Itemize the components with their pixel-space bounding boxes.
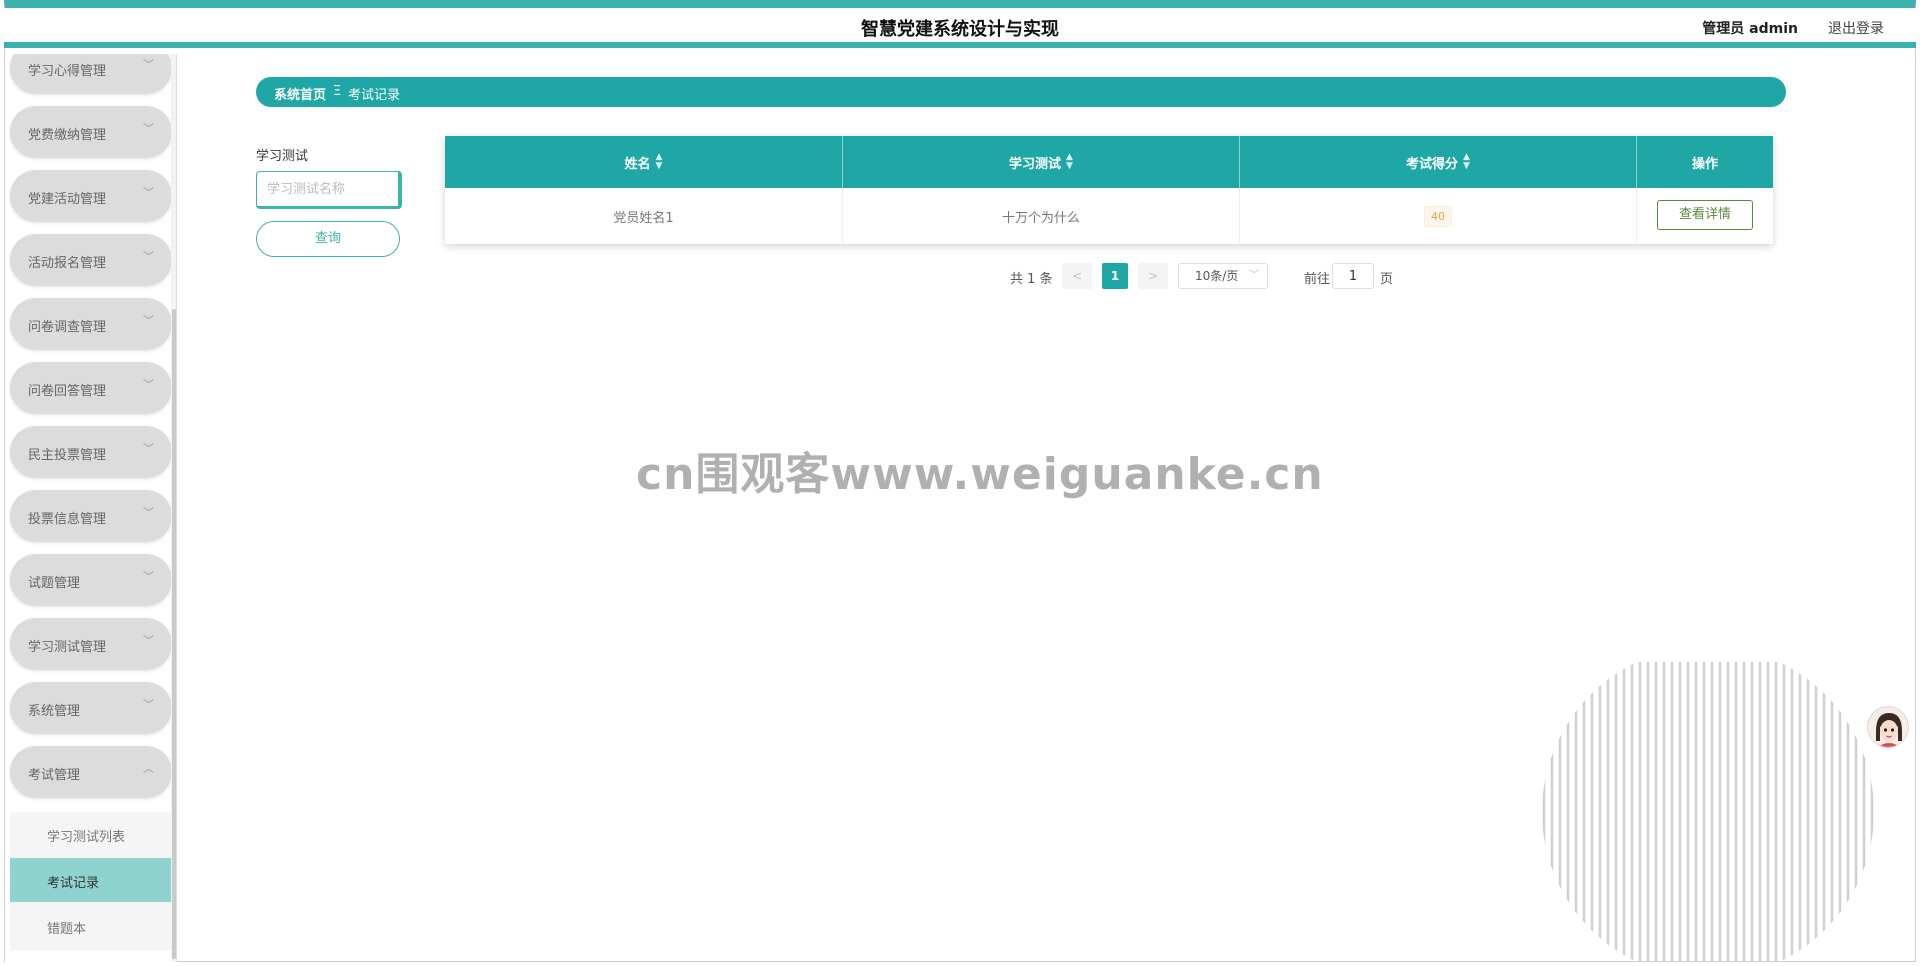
next-page-button[interactable]: > bbox=[1138, 263, 1168, 289]
exam-submenu: 学习测试列表 考试记录 错题本 bbox=[10, 812, 172, 950]
search-label: 学习测试 bbox=[256, 149, 309, 164]
column-header-score[interactable]: 考试得分 ▲ ▼ bbox=[1240, 136, 1637, 188]
submenu-item-label: 错题本 bbox=[47, 922, 87, 937]
table-row: 党员姓名1 十万个为什么 40 查看详情 bbox=[445, 188, 1773, 244]
score-badge: 40 bbox=[1424, 205, 1452, 227]
sidebar: 学习心得管理 ﹀ 党费缴纳管理 ﹀ 党建活动管理 ﹀ 活动报名管理 ﹀ 问卷调查… bbox=[5, 54, 177, 962]
submenu-item-wrong-questions[interactable]: 错题本 bbox=[10, 904, 172, 948]
avatar-face-icon bbox=[1868, 707, 1908, 747]
page-number-button[interactable]: 1 bbox=[1102, 263, 1128, 289]
sidebar-item-label: 学习测试管理 bbox=[28, 640, 107, 655]
cell-name: 党员姓名1 bbox=[445, 188, 843, 244]
sort-icon[interactable]: ▲ ▼ bbox=[656, 153, 663, 171]
column-header-name[interactable]: 姓名 ▲ ▼ bbox=[445, 136, 843, 188]
table-header: 姓名 ▲ ▼ 学习测试 ▲ ▼ 考试得分 ▲ ▼ 操作 bbox=[445, 136, 1773, 188]
view-details-button[interactable]: 查看详情 bbox=[1657, 199, 1753, 230]
submenu-item-label: 学习测试列表 bbox=[47, 830, 126, 845]
sidebar-item-registration[interactable]: 活动报名管理 ﹀ bbox=[10, 234, 172, 286]
cell-actions: 查看详情 bbox=[1637, 188, 1773, 244]
breadcrumb-separator-icon: Ξ bbox=[333, 84, 342, 99]
sort-icon[interactable]: ▲ ▼ bbox=[1066, 153, 1073, 171]
decorative-striped-circle bbox=[1540, 662, 1876, 962]
sidebar-item-questions[interactable]: 试题管理 ﹀ bbox=[10, 554, 172, 606]
goto-label: 前往 bbox=[1304, 272, 1331, 287]
logout-link[interactable]: 退出登录 bbox=[1828, 18, 1884, 38]
prev-page-button[interactable]: < bbox=[1062, 263, 1092, 289]
chevron-down-icon: ﹀ bbox=[143, 122, 154, 135]
submenu-item-test-list[interactable]: 学习测试列表 bbox=[10, 812, 172, 856]
chevron-down-icon: ﹀ bbox=[143, 634, 154, 647]
sidebar-item-label: 系统管理 bbox=[28, 704, 81, 719]
submenu-item-exam-records[interactable]: 考试记录 bbox=[10, 858, 172, 902]
app-title: 智慧党建系统设计与实现 bbox=[861, 19, 1059, 40]
column-header-test[interactable]: 学习测试 ▲ ▼ bbox=[843, 136, 1240, 188]
sidebar-item-label: 学习心得管理 bbox=[28, 64, 107, 79]
chevron-down-icon: ﹀ bbox=[143, 314, 154, 327]
chevron-down-icon: ﹀ bbox=[1249, 270, 1259, 281]
search-button[interactable]: 查询 bbox=[256, 221, 400, 257]
column-header-actions: 操作 bbox=[1637, 136, 1773, 188]
sidebar-item-dues[interactable]: 党费缴纳管理 ﹀ bbox=[10, 106, 172, 158]
sidebar-item-label: 问卷调查管理 bbox=[28, 320, 107, 335]
sidebar-item-voting[interactable]: 民主投票管理 ﹀ bbox=[10, 426, 172, 478]
pagination-total: 共 1 条 bbox=[1010, 272, 1053, 287]
cell-test: 十万个为什么 bbox=[843, 188, 1240, 244]
page-size-value: 10条/页 bbox=[1195, 269, 1239, 283]
top-bar: 智慧党建系统设计与实现 管理员 admin 退出登录 bbox=[4, 8, 1916, 48]
sidebar-item-surveys[interactable]: 问卷调查管理 ﹀ bbox=[10, 298, 172, 350]
sidebar-item-label: 问卷回答管理 bbox=[28, 384, 107, 399]
sidebar-item-activities[interactable]: 党建活动管理 ﹀ bbox=[10, 170, 172, 222]
page-size-select[interactable]: 10条/页 ﹀ bbox=[1178, 263, 1268, 289]
sidebar-item-label: 民主投票管理 bbox=[28, 448, 107, 463]
chevron-down-icon: ﹀ bbox=[143, 698, 154, 711]
sidebar-menu: 学习心得管理 ﹀ 党费缴纳管理 ﹀ 党建活动管理 ﹀ 活动报名管理 ﹀ 问卷调查… bbox=[5, 54, 173, 962]
sidebar-item-label: 党费缴纳管理 bbox=[28, 128, 107, 143]
chevron-down-icon: ﹀ bbox=[143, 570, 154, 583]
watermark: cn围观客www.weiguanke.cn bbox=[636, 449, 1324, 500]
breadcrumb-home[interactable]: 系统首页 bbox=[274, 84, 326, 103]
sidebar-item-label: 活动报名管理 bbox=[28, 256, 107, 271]
exam-records-table: 姓名 ▲ ▼ 学习测试 ▲ ▼ 考试得分 ▲ ▼ 操作 党员姓名1 十万个为什么 40… bbox=[445, 136, 1773, 244]
sidebar-item-label: 考试管理 bbox=[28, 768, 81, 783]
assistant-avatar-icon[interactable] bbox=[1867, 706, 1909, 748]
column-header-label: 学习测试 bbox=[1009, 156, 1062, 172]
chevron-down-icon: ﹀ bbox=[143, 506, 154, 519]
chevron-down-icon: ﹀ bbox=[143, 58, 154, 71]
chevron-down-icon: ﹀ bbox=[143, 378, 154, 391]
chevron-down-icon: ﹀ bbox=[143, 186, 154, 199]
column-header-label: 姓名 bbox=[624, 156, 651, 172]
goto-page-input[interactable] bbox=[1332, 263, 1374, 289]
goto-suffix: 页 bbox=[1380, 272, 1394, 287]
sidebar-item-system[interactable]: 系统管理 ﹀ bbox=[10, 682, 172, 734]
sidebar-item-label: 投票信息管理 bbox=[28, 512, 107, 527]
striped-circle-graphic bbox=[1542, 662, 1874, 962]
breadcrumb-current: 考试记录 bbox=[348, 88, 401, 103]
current-user: 管理员 admin bbox=[1702, 21, 1798, 37]
column-header-label: 考试得分 bbox=[1406, 156, 1459, 172]
sidebar-item-study-tests[interactable]: 学习测试管理 ﹀ bbox=[10, 618, 172, 670]
chevron-up-icon: ︿ bbox=[143, 762, 154, 775]
sort-icon[interactable]: ▲ ▼ bbox=[1463, 153, 1470, 171]
sidebar-item-label: 试题管理 bbox=[28, 576, 81, 591]
sidebar-scrollbar-thumb[interactable] bbox=[172, 309, 176, 959]
chevron-down-icon: ﹀ bbox=[143, 442, 154, 455]
sidebar-item-survey-answers[interactable]: 问卷回答管理 ﹀ bbox=[10, 362, 172, 414]
cell-score: 40 bbox=[1240, 188, 1637, 244]
column-header-label: 操作 bbox=[1691, 156, 1718, 172]
sidebar-item-study-notes[interactable]: 学习心得管理 ﹀ bbox=[10, 54, 172, 94]
sidebar-item-exams[interactable]: 考试管理 ︿ bbox=[10, 746, 172, 798]
sidebar-item-vote-info[interactable]: 投票信息管理 ﹀ bbox=[10, 490, 172, 542]
sidebar-item-label: 党建活动管理 bbox=[28, 192, 107, 207]
submenu-item-label: 考试记录 bbox=[47, 876, 100, 891]
search-input[interactable] bbox=[256, 171, 402, 209]
chevron-down-icon: ﹀ bbox=[143, 250, 154, 263]
breadcrumb: 系统首页 Ξ 考试记录 bbox=[256, 77, 1786, 107]
